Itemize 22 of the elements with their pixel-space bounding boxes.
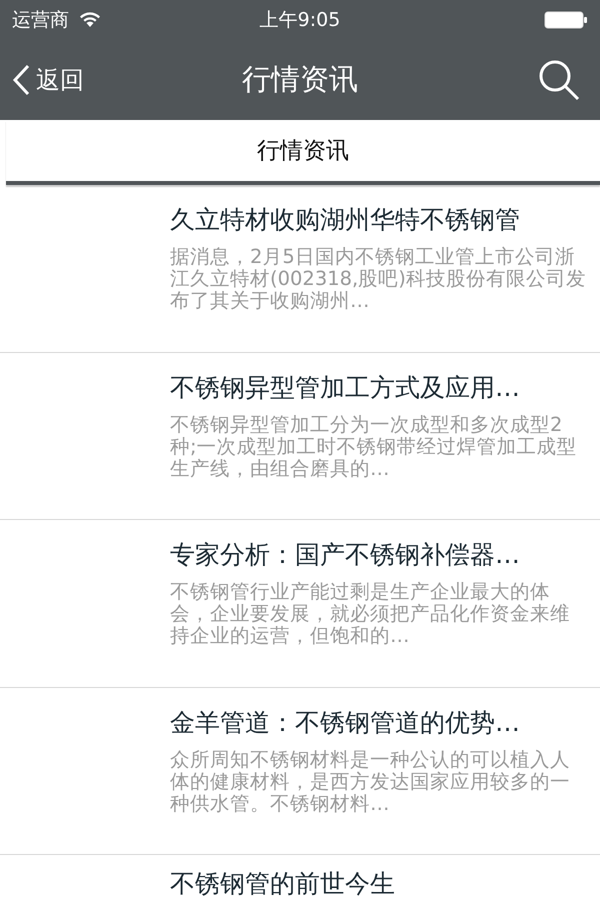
tab[interactable]: 行情资讯 (6, 120, 600, 186)
news-title: 不锈钢异型管加工方式及应用… (170, 372, 521, 404)
news-item[interactable]: 久立特材收购湖州华特不锈钢管 据消息，2月5日国内不锈钢工业管上市公司浙江久立特材(002318,股吧)科技股份有限公司发布了其关于收购湖州… (0, 185, 600, 353)
back-button[interactable]: 返回 (12, 64, 84, 96)
news-item[interactable]: 专家分析：国产不锈钢补偿器… 不锈钢管行业产能过剩是生产企业最大的体会，企业要发展，就必须把产品化作资金来维持企业的运营，但饱和的… (0, 520, 600, 688)
page-title: 行情资讯 (242, 60, 358, 98)
wifi-icon (79, 12, 101, 28)
news-title: 金羊管道：不锈钢管道的优势… (170, 706, 521, 739)
battery-icon (544, 10, 588, 29)
news-title: 久立特材收购湖州华特不锈钢管 (170, 204, 521, 236)
search-icon[interactable] (538, 58, 580, 101)
news-item[interactable]: 金羊管道：不锈钢管道的优势… 众所周知不锈钢材料是一种公认的可以植入人体的健康材料，是西方发达国家应用较多的一种供水管。不锈钢材料… (0, 688, 600, 855)
news-item[interactable]: 不锈钢异型管加工方式及应用… 不锈钢异型管加工分为一次成型和多次成型2种;一次成型加工时不锈钢带经过焊管加工成型生产线，由组合磨具的… (0, 352, 600, 520)
carrier-label: 运营商 (12, 8, 69, 33)
status-time: 上午9:05 (260, 8, 340, 33)
news-summary: 据消息，2月5日国内不锈钢工业管上市公司浙江久立特材(002318,股吧)科技股份有限公司发布了其关于收购湖州… (170, 246, 587, 312)
news-summary: 众所周知不锈钢材料是一种公认的可以植入人体的健康材料，是西方发达国家应用较多的一种供水管。不锈钢材料… (170, 748, 571, 815)
news-summary: 不锈钢异型管加工分为一次成型和多次成型2种;一次成型加工时不锈钢带经过焊管加工成型生产线，由组合磨具的… (170, 414, 578, 480)
news-title[interactable]: 不锈钢管的前世今生 (170, 868, 395, 898)
news-summary: 不锈钢管行业产能过剩是生产企业最大的体会，企业要发展，就必须把产品化作资金来维持企业的运营，但饱和的… (170, 581, 571, 648)
back-chevron-icon (12, 64, 30, 96)
news-title: 专家分析：国产不锈钢补偿器… (170, 539, 521, 572)
